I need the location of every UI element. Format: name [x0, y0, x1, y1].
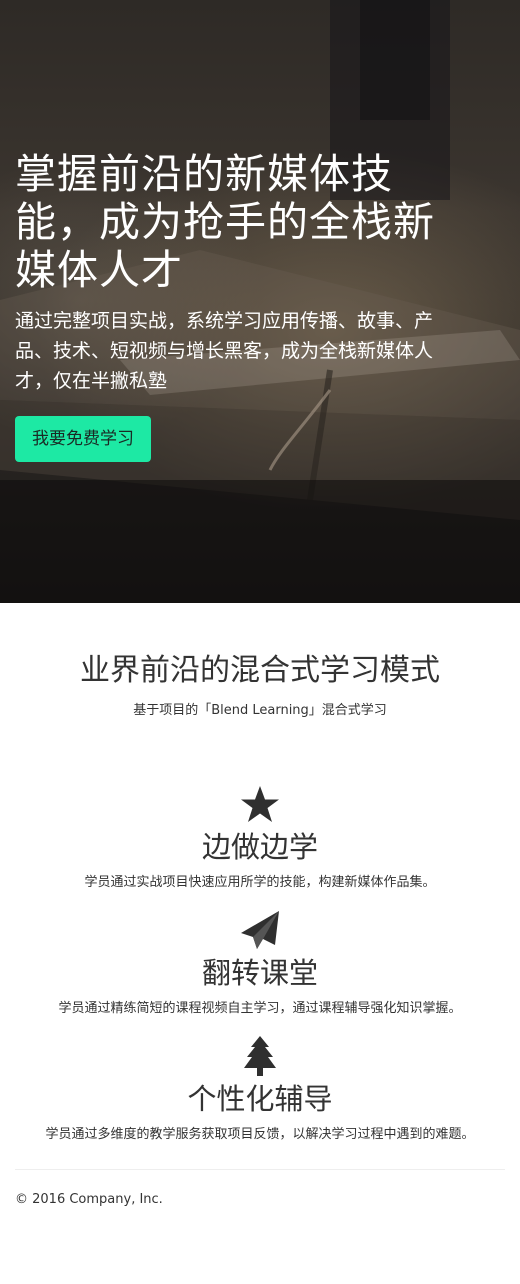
- feature-personal-tutoring: 个性化辅导 学员通过多维度的教学服务获取项目反馈，以解决学习过程中遇到的难题。: [0, 1035, 520, 1145]
- footer: © 2016 Company, Inc.: [0, 1170, 520, 1229]
- feature-title: 翻转课堂: [201, 956, 318, 990]
- feature-description: 学员通过精练简短的课程视频自主学习，通过课程辅导强化知识掌握。: [58, 1001, 462, 1016]
- hero-title-line: 掌握前沿的新媒体技: [15, 150, 393, 198]
- feature-flipped-classroom: 翻转课堂 学员通过精练简短的课程视频自主学习，通过课程辅导强化知识掌握。: [0, 909, 520, 1019]
- hero-title-line: 能，成为抢手的全栈新: [15, 198, 435, 246]
- hero-subtitle: 通过完整项目实战，系统学习应用传播、故事、产 品、技术、短视频与增长黑客，成为全…: [15, 306, 485, 396]
- copyright-text: © 2016 Company, Inc.: [15, 1192, 163, 1207]
- hero-subtitle-line: 品、技术、短视频与增长黑客，成为全栈新媒体人: [15, 340, 434, 362]
- section-subtitle: 基于项目的「Blend Learning」混合式学习: [133, 703, 387, 718]
- hero-title: 掌握前沿的新媒体技 能，成为抢手的全栈新 媒体人才: [15, 150, 485, 294]
- hero-subtitle-line: 通过完整项目实战，系统学习应用传播、故事、产: [15, 310, 434, 332]
- hero-section: 掌握前沿的新媒体技 能，成为抢手的全栈新 媒体人才 通过完整项目实战，系统学习应…: [0, 0, 520, 603]
- paper-plane-icon: [241, 911, 279, 949]
- tree-icon: [244, 1036, 276, 1076]
- free-learning-button[interactable]: 我要免费学习: [15, 416, 151, 462]
- feature-title: 个性化辅导: [187, 1082, 333, 1116]
- section-title: 业界前沿的混合式学习模式: [80, 653, 440, 688]
- hero-subtitle-line: 才，仅在半撇私塾: [15, 370, 168, 392]
- learning-mode-section: 业界前沿的混合式学习模式 基于项目的「Blend Learning」混合式学习 …: [0, 651, 520, 1145]
- feature-description: 学员通过实战项目快速应用所学的技能，构建新媒体作品集。: [84, 875, 436, 890]
- hero-title-line: 媒体人才: [15, 246, 183, 294]
- hero-content: 掌握前沿的新媒体技 能，成为抢手的全栈新 媒体人才 通过完整项目实战，系统学习应…: [15, 150, 485, 462]
- feature-title: 边做边学: [201, 830, 318, 864]
- star-icon: [241, 786, 279, 822]
- feature-description: 学员通过多维度的教学服务获取项目反馈，以解决学习过程中遇到的难题。: [45, 1127, 475, 1142]
- feature-learn-by-doing: 边做边学 学员通过实战项目快速应用所学的技能，构建新媒体作品集。: [0, 785, 520, 893]
